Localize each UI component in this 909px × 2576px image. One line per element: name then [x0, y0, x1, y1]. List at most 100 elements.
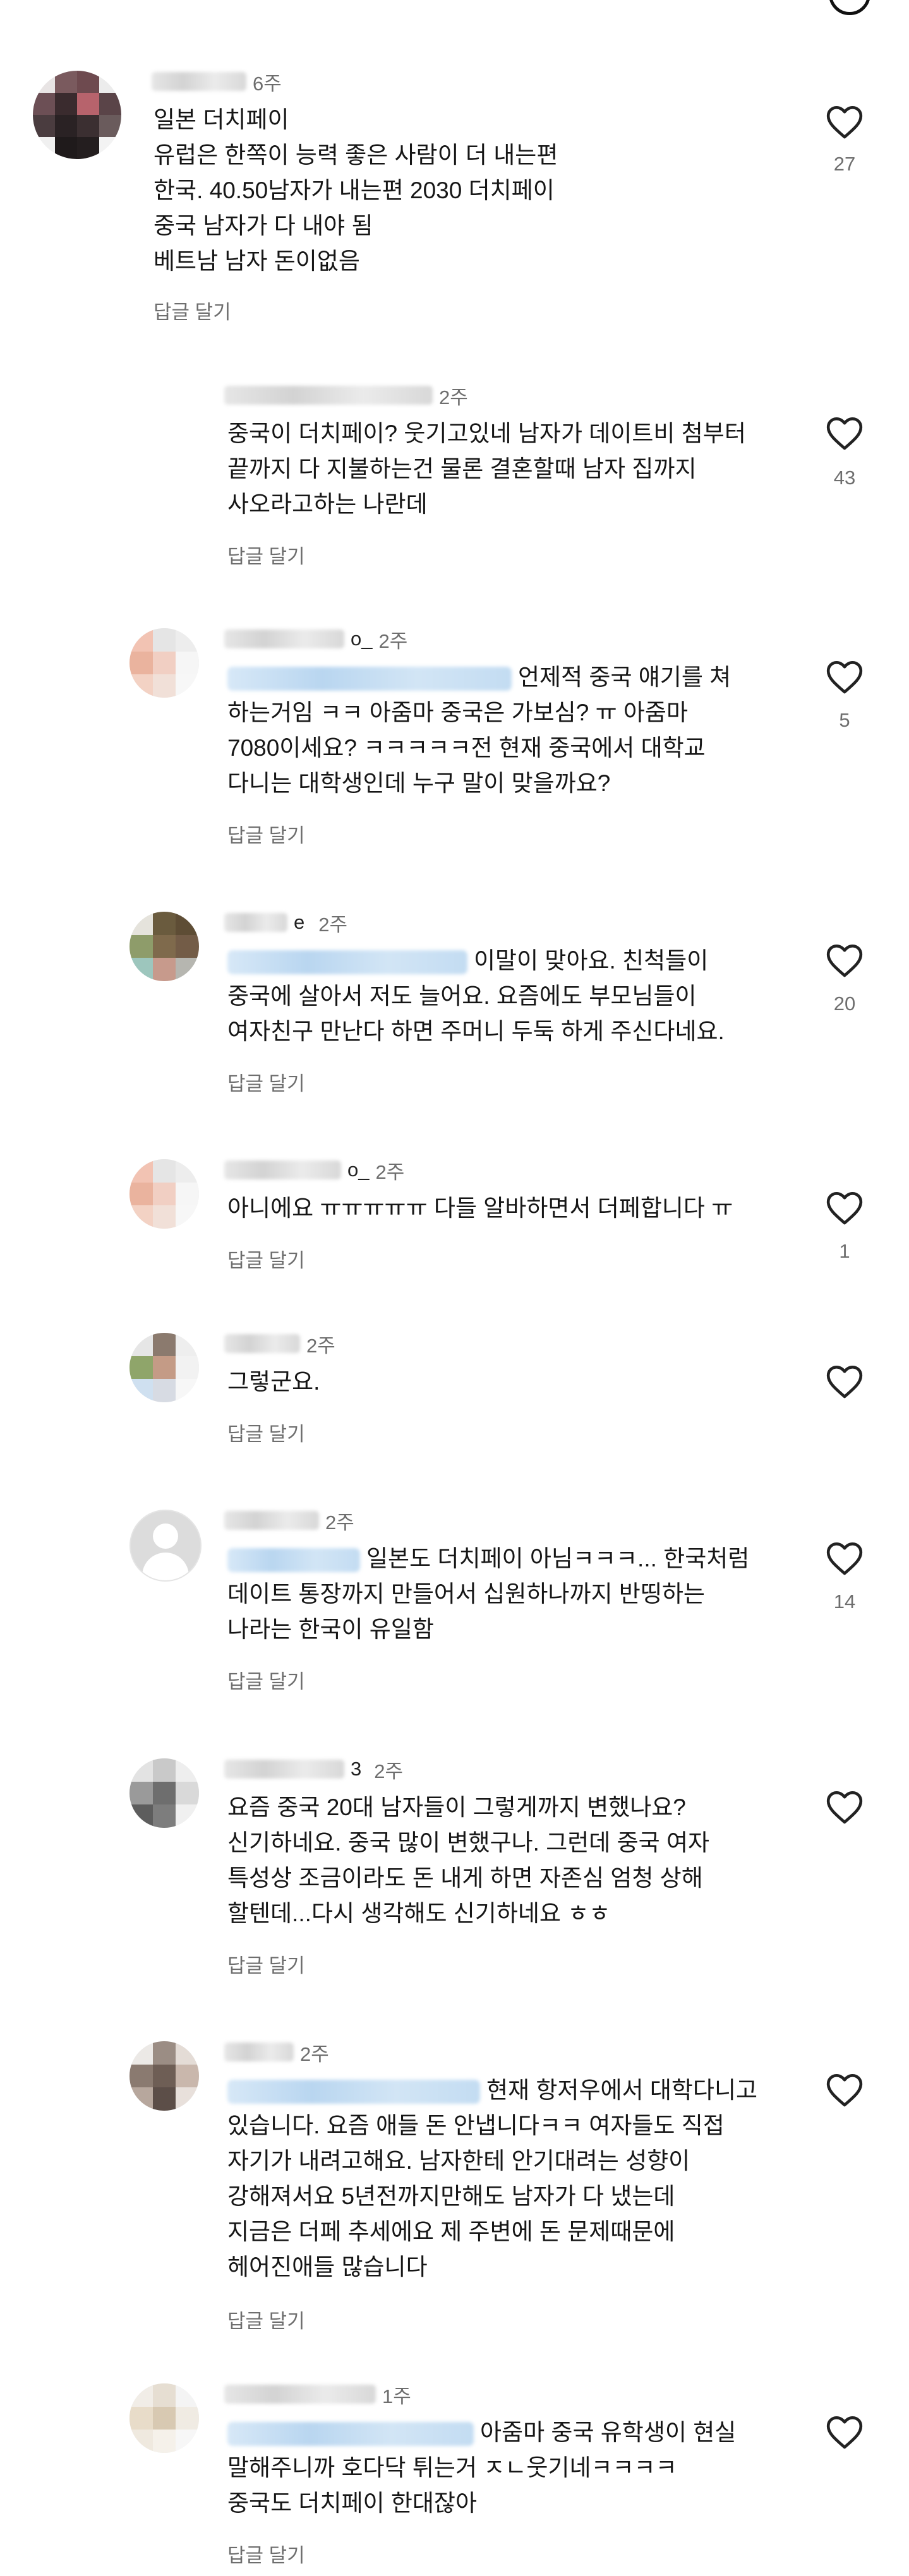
- comment-line: 유럽은 한쪽이 능력 좋은 사람이 더 내는편: [154, 142, 558, 168]
- avatar[interactable]: [129, 1510, 202, 1582]
- comment-text: 아니에요 ㅠㅠㅠㅠㅠ 다들 알바하면서 더페합니다 ㅠ: [227, 1191, 733, 1226]
- like-heart-icon[interactable]: [825, 415, 864, 451]
- avatar[interactable]: [129, 912, 199, 981]
- comment-line: 일본 더치페이: [154, 107, 289, 133]
- mention[interactable]: [227, 2422, 474, 2447]
- username[interactable]: [152, 72, 246, 91]
- mention[interactable]: [227, 1548, 360, 1573]
- comment-meta: 2주: [224, 2037, 329, 2066]
- username[interactable]: [224, 1334, 300, 1353]
- comment-line: 아니에요 ㅠㅠㅠㅠㅠ 다들 알바하면서 더페합니다 ㅠ: [227, 1195, 733, 1221]
- like-heart-icon[interactable]: [825, 942, 864, 979]
- username[interactable]: [224, 913, 287, 932]
- reply-button[interactable]: 답글 달기: [227, 1666, 305, 1694]
- reply-button[interactable]: 답글 달기: [154, 296, 231, 325]
- timestamp: 2주: [300, 2042, 329, 2065]
- comment-line: 강해져서요 5년전까지만해도 남자가 다 냈는데: [227, 2183, 675, 2209]
- timestamp: 2주: [325, 1511, 354, 1534]
- like-count: 1: [839, 1240, 850, 1262]
- comment-line: 그렇군요.: [227, 1369, 320, 1395]
- username[interactable]: [224, 2042, 294, 2061]
- comment-line: 중국에 살아서 저도 늘어요. 요즘에도 부모님들이: [227, 983, 697, 1009]
- comment-meta: 3 2주: [224, 1755, 403, 1784]
- comment-line: 할텐데...다시 생각해도 신기하네요 ㅎㅎ: [227, 1900, 611, 1926]
- like-heart-icon[interactable]: [825, 1190, 864, 1226]
- reply-button[interactable]: 답글 달기: [227, 1950, 305, 1978]
- avatar[interactable]: [129, 1159, 199, 1229]
- avatar[interactable]: [129, 2041, 199, 2111]
- reply-button[interactable]: 답글 달기: [227, 1418, 305, 1446]
- avatar[interactable]: [129, 628, 199, 698]
- comment-line: 말해주니까 호다닥 튀는거 ㅈㄴ웃기네ㅋㅋㅋㅋ: [227, 2455, 677, 2481]
- comment-text: 이말이 맞아요. 친척들이 중국에 살아서 저도 늘어요. 요즘에도 부모님들이…: [227, 943, 725, 1049]
- like-heart-icon[interactable]: [825, 2414, 864, 2450]
- comment-meta: 6주: [152, 67, 282, 96]
- like-heart-icon[interactable]: [825, 2072, 864, 2108]
- timestamp: 2주: [375, 1160, 405, 1183]
- like-count: 27: [833, 153, 856, 175]
- comment-text: 일본도 더치페이 아님ㅋㅋㅋ... 한국처럼 데이트 통장까지 만들어서 십원하…: [227, 1541, 749, 1647]
- avatar[interactable]: [129, 1758, 199, 1828]
- mention[interactable]: [227, 950, 467, 975]
- comment-line: 한국. 40.50남자가 내는편 2030 더치페이: [154, 177, 555, 203]
- comment-line: 중국이 더치페이? 웃기고있네 남자가 데이트비 첨부터: [227, 420, 746, 446]
- like-heart-icon[interactable]: [825, 104, 864, 140]
- avatar[interactable]: [33, 71, 121, 159]
- comment-text: 요즘 중국 20대 남자들이 그렇게까지 변했나요? 신기하네요. 중국 많이 …: [227, 1790, 709, 1931]
- mention[interactable]: [227, 2080, 480, 2104]
- username[interactable]: [224, 1760, 344, 1779]
- comment-line: 자기가 내려고해요. 남자한테 안기대려는 성향이: [227, 2148, 690, 2174]
- comment-line: 중국도 더치페이 한대잖아: [227, 2490, 477, 2516]
- reply-button[interactable]: 답글 달기: [227, 540, 305, 569]
- comment-text: 아줌마 중국 유학생이 현실 말해주니까 호다닥 튀는거 ㅈㄴ웃기네ㅋㅋㅋㅋ 중…: [227, 2415, 736, 2521]
- comment-line: 일본도 더치페이 아님ㅋㅋㅋ... 한국처럼: [366, 1546, 750, 1571]
- comment-line: 요즘 중국 20대 남자들이 그렇게까지 변했나요?: [227, 1794, 686, 1820]
- username[interactable]: [224, 2385, 376, 2404]
- comment-line: 이말이 맞아요. 친척들이: [474, 948, 709, 974]
- comment-line: 데이트 통장까지 만들어서 십원하나까지 반띵하는: [227, 1581, 705, 1607]
- like-heart-icon[interactable]: [825, 659, 864, 695]
- comment-line: 지금은 더페 추세에요 제 주변에 돈 문제때문에: [227, 2219, 675, 2245]
- avatar[interactable]: [129, 1333, 199, 1402]
- comment-meta: e 2주: [224, 908, 347, 937]
- comment-text: 언제적 중국 얘기를 쳐 하는거임 ㅋㅋ 아줌마 중국은 가보심? ㅠ 아줌마 …: [227, 660, 731, 801]
- timestamp: 6주: [253, 72, 282, 95]
- comment-line: 하는거임 ㅋㅋ 아줌마 중국은 가보심? ㅠ 아줌마: [227, 700, 689, 725]
- comment-line: 중국 남자가 다 내야 됨: [154, 213, 373, 239]
- timestamp: 2주: [318, 913, 348, 936]
- more-options-icon[interactable]: [829, 0, 870, 15]
- like-heart-icon[interactable]: [825, 1363, 864, 1400]
- username[interactable]: [224, 1160, 341, 1179]
- username[interactable]: [224, 1511, 319, 1530]
- like-count: 20: [833, 993, 856, 1015]
- reply-button[interactable]: 답글 달기: [227, 1068, 305, 1096]
- like-count: 5: [839, 709, 850, 731]
- username-suffix: 3: [351, 1758, 362, 1780]
- reply-button[interactable]: 답글 달기: [227, 2305, 305, 2334]
- comment-line: 특성상 조금이라도 돈 내게 하면 자존심 엄청 상해: [227, 1865, 703, 1891]
- comment-line: 신기하네요. 중국 많이 변했구나. 그런데 중국 여자: [227, 1830, 710, 1856]
- reply-button[interactable]: 답글 달기: [227, 2539, 305, 2568]
- comments-screen: { "palette": { "text": "#161616", "muted…: [0, 0, 909, 2576]
- username[interactable]: [224, 629, 344, 648]
- mention[interactable]: [227, 667, 512, 691]
- comment-meta: 2주: [224, 381, 468, 410]
- comment-meta: 2주: [224, 1329, 335, 1358]
- timestamp: 1주: [382, 2385, 411, 2407]
- like-count: 43: [833, 467, 856, 489]
- reply-button[interactable]: 답글 달기: [227, 820, 305, 848]
- like-heart-icon[interactable]: [825, 1789, 864, 1825]
- avatar[interactable]: [129, 2383, 199, 2453]
- comment-text: 중국이 더치페이? 웃기고있네 남자가 데이트비 첨부터 끝까지 다 지불하는건…: [227, 416, 746, 522]
- comment-line: 7080이세요? ㅋㅋㅋㅋㅋ전 현재 중국에서 대학교: [227, 735, 706, 761]
- comment-meta: o_ 2주: [224, 624, 407, 653]
- like-heart-icon[interactable]: [825, 1540, 864, 1577]
- comment-line: 헤어진애들 많습니다: [227, 2254, 428, 2280]
- comment-line: 사오라고하는 나란데: [227, 491, 428, 517]
- username-suffix: e: [294, 911, 305, 933]
- reply-button[interactable]: 답글 달기: [227, 1244, 305, 1273]
- comment-line: 있습니다. 요즘 애들 돈 안냅니다ㅋㅋ 여자들도 직접: [227, 2113, 725, 2138]
- comment-text: 일본 더치페이 유럽은 한쪽이 능력 좋은 사람이 더 내는편 한국. 40.5…: [154, 102, 558, 279]
- username[interactable]: [224, 386, 433, 405]
- timestamp: 2주: [439, 386, 468, 408]
